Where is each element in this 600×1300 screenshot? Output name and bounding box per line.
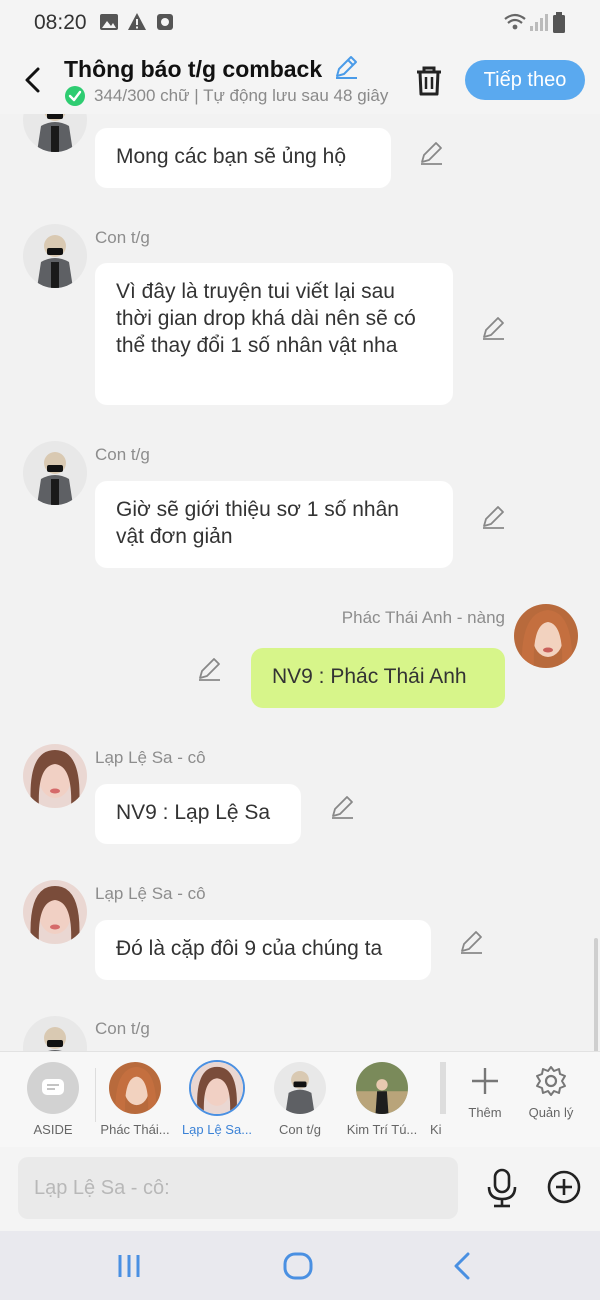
- avatar: [274, 1062, 326, 1114]
- add-circle-icon[interactable]: [546, 1169, 582, 1205]
- character-label: ASIDE: [33, 1122, 73, 1137]
- edit-pencil-icon[interactable]: [480, 315, 506, 341]
- avatar: [191, 1062, 243, 1114]
- sender-name: Con t/g: [95, 228, 150, 247]
- edit-pencil-icon[interactable]: [329, 794, 355, 820]
- message-bubble-mine[interactable]: NV9 : Phác Thái Anh: [251, 648, 505, 708]
- message-bubble[interactable]: Giờ sẽ giới thiệu sơ 1 số nhân vật đơn g…: [95, 481, 453, 568]
- message-bubble[interactable]: NV9 : Lạp Lệ Sa: [95, 784, 301, 844]
- record-icon: [157, 14, 173, 30]
- gallery-icon: [100, 14, 118, 30]
- microphone-icon[interactable]: [484, 1167, 520, 1209]
- character-kim-tri-tu[interactable]: Kim Trí Tú...: [342, 1062, 422, 1137]
- character-label: Lạp Lệ Sa...: [181, 1122, 253, 1137]
- aside-icon: [27, 1062, 79, 1114]
- add-character-button[interactable]: Thêm: [453, 1064, 517, 1120]
- status-bar: 08:20: [0, 0, 600, 46]
- trash-icon[interactable]: [410, 62, 448, 100]
- story-title-text: Thông báo t/g comback: [64, 56, 323, 82]
- sender-name: Con t/g: [95, 1019, 150, 1038]
- avatar-con-tg[interactable]: [23, 224, 87, 288]
- character-con-tg[interactable]: Con t/g: [260, 1062, 340, 1137]
- avatar: [440, 1062, 446, 1114]
- system-nav-bar: [0, 1231, 600, 1300]
- chat-area[interactable]: Mong các bạn sẽ ủng hộ Con t/g Vì đây là…: [0, 114, 600, 1051]
- message-bubble[interactable]: Đó là cặp đôi 9 của chúng ta: [95, 920, 431, 980]
- character-label: Phác Thái...: [100, 1122, 170, 1137]
- story-title[interactable]: Thông báo t/g comback: [64, 54, 359, 83]
- sender-name: Lạp Lệ Sa - cô: [95, 748, 206, 767]
- edit-pencil-icon[interactable]: [196, 656, 222, 682]
- avatar-phac-thai-anh[interactable]: [514, 604, 578, 668]
- sender-name: Phác Thái Anh - nàng: [341, 608, 505, 627]
- gear-icon: [536, 1066, 566, 1096]
- avatar-con-tg[interactable]: [23, 1016, 87, 1051]
- character-lap-le-sa[interactable]: Lạp Lệ Sa...: [177, 1062, 257, 1137]
- sender-name: Lạp Lệ Sa - cô: [95, 884, 206, 903]
- edit-pencil-icon[interactable]: [480, 504, 506, 530]
- message-bubble[interactable]: Vì đây là truyện tui viết lại sau thời g…: [95, 263, 453, 405]
- character-selector: ASIDE Phác Thái... Lạp Lệ Sa... Con t/g …: [0, 1051, 600, 1148]
- avatar-lap-le-sa[interactable]: [23, 744, 87, 808]
- edit-pencil-icon[interactable]: [458, 929, 484, 955]
- warning-icon: [128, 13, 146, 30]
- character-label: Con t/g: [279, 1122, 321, 1137]
- manage-label: Quản lý: [528, 1105, 574, 1120]
- avatar-con-tg[interactable]: [23, 114, 87, 152]
- wifi-icon: [504, 13, 526, 30]
- avatar: [109, 1062, 161, 1114]
- edit-title-pencil-icon[interactable]: [333, 54, 359, 80]
- back-nav-icon[interactable]: [443, 1249, 483, 1283]
- message-bubble[interactable]: Mong các bạn sẽ ủng hộ: [95, 128, 391, 188]
- back-arrow-icon[interactable]: [16, 60, 52, 100]
- sender-name: Con t/g: [95, 445, 150, 464]
- edit-pencil-icon[interactable]: [418, 140, 444, 166]
- save-status: 344/300 chữ | Tự động lưu sau 48 giây: [64, 84, 390, 108]
- compose-bar: [0, 1147, 600, 1231]
- status-time: 08:20: [34, 11, 87, 34]
- character-label: Ki: [430, 1122, 442, 1137]
- app-bar: Thông báo t/g comback 344/300 chữ | Tự đ…: [0, 46, 600, 114]
- character-partial[interactable]: Ki: [424, 1062, 446, 1137]
- next-button[interactable]: Tiếp theo: [465, 60, 585, 100]
- message-input[interactable]: [18, 1157, 458, 1219]
- character-label: Kim Trí Tú...: [346, 1122, 418, 1137]
- word-count-autosave-text: 344/300 chữ | Tự động lưu sau 48 giây: [94, 86, 389, 105]
- plus-icon: [472, 1068, 498, 1094]
- recent-apps-icon[interactable]: [109, 1249, 149, 1283]
- manage-characters-button[interactable]: Quản lý: [519, 1064, 583, 1120]
- avatar-con-tg[interactable]: [23, 441, 87, 505]
- check-circle-icon: [65, 86, 85, 106]
- signal-icon: [530, 14, 548, 31]
- avatar-lap-le-sa[interactable]: [23, 880, 87, 944]
- home-icon[interactable]: [278, 1249, 318, 1283]
- avatar: [356, 1062, 408, 1114]
- character-phac-thai-anh[interactable]: Phác Thái...: [95, 1062, 175, 1137]
- character-aside[interactable]: ASIDE: [13, 1062, 93, 1137]
- add-label: Thêm: [468, 1105, 502, 1120]
- battery-icon: [553, 12, 565, 33]
